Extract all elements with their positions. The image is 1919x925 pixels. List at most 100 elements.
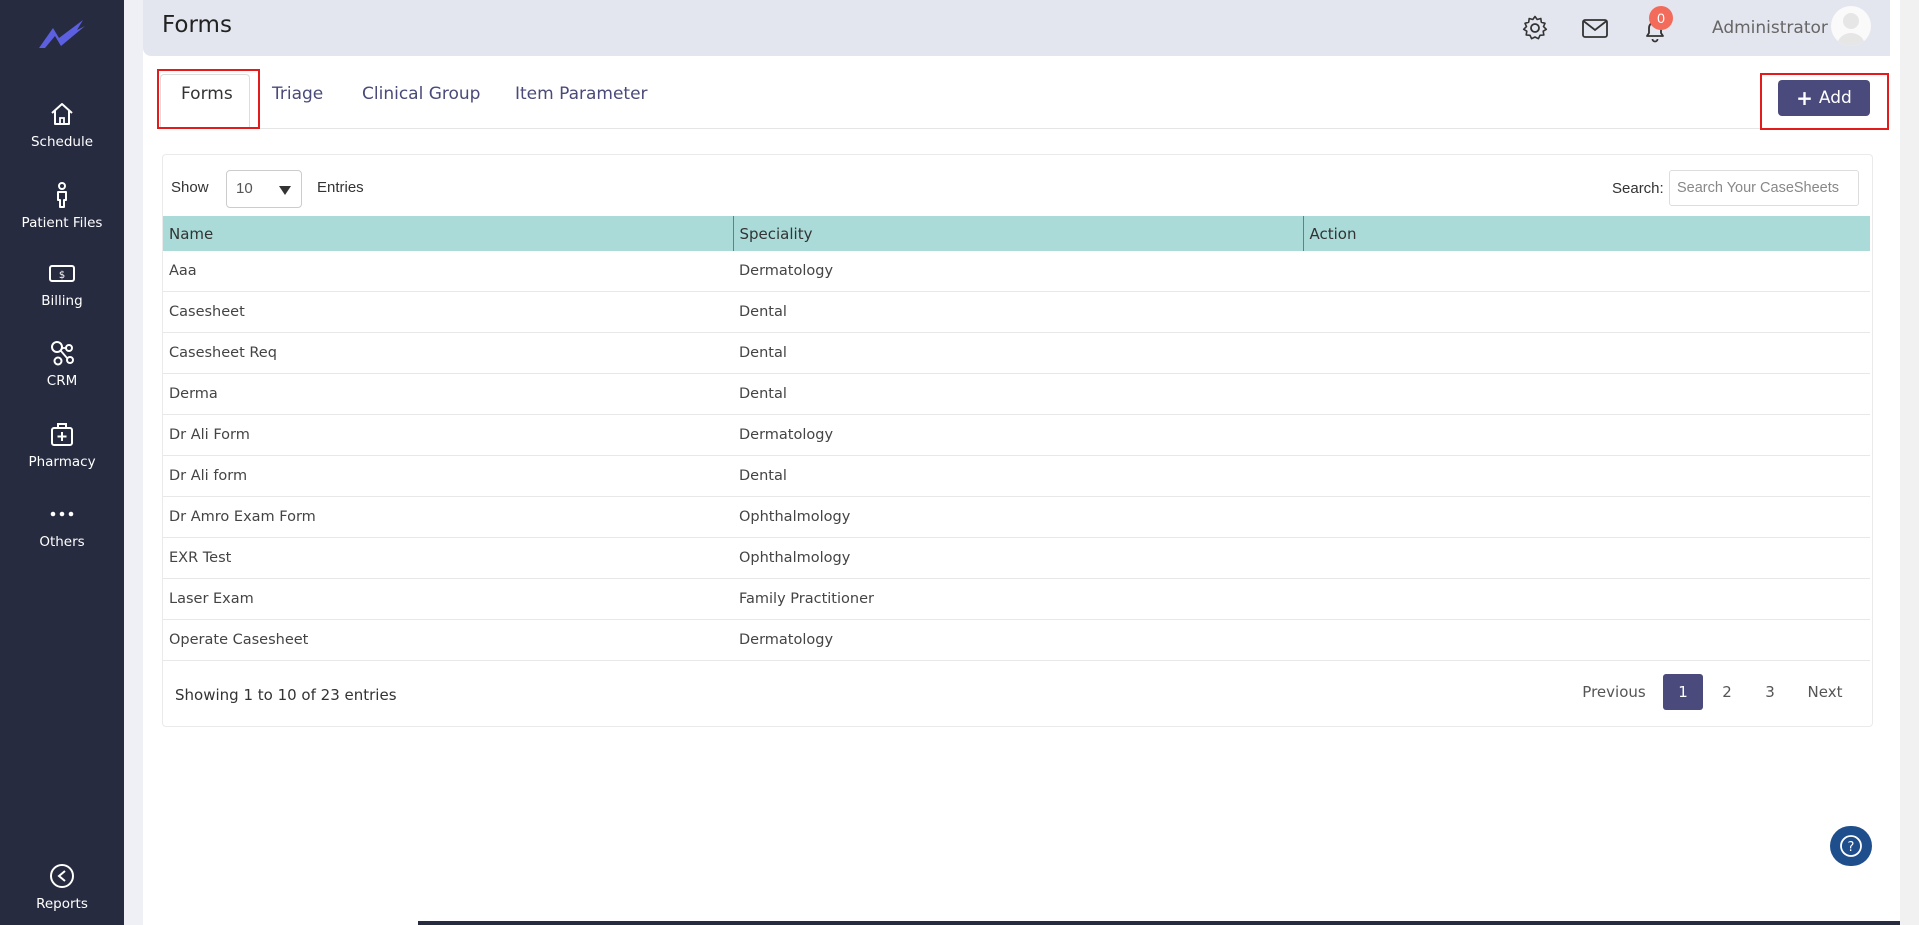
sidebar-item-crm[interactable]: CRM xyxy=(0,339,124,389)
cell-speciality: Dermatology xyxy=(733,414,1303,456)
pharmacy-bag-icon xyxy=(51,423,73,446)
sidebar-item-label: Others xyxy=(39,534,85,550)
cell-name: Casesheet Req xyxy=(163,332,733,374)
cell-name: Derma xyxy=(163,373,733,415)
question-icon: ? xyxy=(1840,835,1862,857)
cell-action xyxy=(1303,496,1870,538)
page-size-select[interactable]: 10 xyxy=(226,170,302,208)
forms-table: Name Speciality Action Aaa Dermatology Ca… xyxy=(163,216,1870,661)
table-row[interactable]: Dr Ali Form Dermatology xyxy=(163,414,1870,456)
user-name[interactable]: Administrator xyxy=(1712,18,1828,38)
table-row[interactable]: Casesheet Req Dental xyxy=(163,332,1870,374)
pagination-page-2[interactable]: 2 xyxy=(1707,674,1747,710)
gear-icon[interactable] xyxy=(1521,14,1549,42)
cell-action xyxy=(1303,332,1870,374)
scrollbar-track[interactable] xyxy=(1900,0,1919,925)
table-row[interactable]: Dr Ali form Dental xyxy=(163,455,1870,497)
notification-badge: 0 xyxy=(1649,6,1673,30)
help-button[interactable]: ? xyxy=(1830,826,1872,866)
sidebar-item-label: CRM xyxy=(46,373,78,389)
cell-action xyxy=(1303,373,1870,415)
user-avatar-icon xyxy=(1837,13,1865,46)
app-logo[interactable] xyxy=(37,16,87,52)
cell-speciality: Dermatology xyxy=(733,619,1303,661)
bottom-scrollbar[interactable] xyxy=(418,921,1900,925)
person-icon xyxy=(57,182,67,208)
sidebar: Schedule Patient Files $ Billing CRM Pha… xyxy=(0,0,124,925)
cell-action xyxy=(1303,537,1870,579)
cell-speciality: Dental xyxy=(733,373,1303,415)
money-icon: $ xyxy=(49,265,75,282)
cell-name: Casesheet xyxy=(163,291,733,333)
tab-clinical-group[interactable]: Clinical Group xyxy=(362,84,480,104)
cell-action xyxy=(1303,455,1870,497)
pagination-page-3[interactable]: 3 xyxy=(1750,674,1790,710)
pagination-previous[interactable]: Previous xyxy=(1579,674,1649,710)
show-label: Show xyxy=(171,179,209,196)
cell-speciality: Dermatology xyxy=(733,251,1303,292)
table-row[interactable]: Dr Amro Exam Form Ophthalmology xyxy=(163,496,1870,538)
table-row[interactable]: Casesheet Dental xyxy=(163,291,1870,333)
sidebar-item-patient-files[interactable]: Patient Files xyxy=(0,181,124,231)
cell-action xyxy=(1303,578,1870,620)
table-row[interactable]: Operate Casesheet Dermatology xyxy=(163,619,1870,661)
cell-name: Laser Exam xyxy=(163,578,733,620)
sidebar-item-schedule[interactable]: Schedule xyxy=(0,100,124,150)
page-title: Forms xyxy=(162,12,232,38)
search-input[interactable] xyxy=(1669,170,1859,206)
tab-triage[interactable]: Triage xyxy=(272,84,323,104)
sidebar-item-label: Reports xyxy=(36,896,88,912)
cell-speciality: Dental xyxy=(733,332,1303,374)
sidebar-item-others[interactable]: Others xyxy=(0,500,124,550)
highlight-add-button xyxy=(1760,73,1889,130)
sidebar-item-pharmacy[interactable]: Pharmacy xyxy=(0,420,124,470)
table-row[interactable]: Aaa Dermatology xyxy=(163,251,1870,292)
column-header-action[interactable]: Action xyxy=(1303,216,1870,251)
table-row[interactable]: EXR Test Ophthalmology xyxy=(163,537,1870,579)
cell-name: Dr Amro Exam Form xyxy=(163,496,733,538)
sidebar-item-billing[interactable]: $ Billing xyxy=(0,259,124,309)
search-label: Search: xyxy=(1612,180,1664,197)
cell-name: Dr Ali Form xyxy=(163,414,733,456)
highlight-forms-tab xyxy=(157,69,260,129)
sidebar-item-label: Pharmacy xyxy=(28,454,96,470)
cell-speciality: Family Practitioner xyxy=(733,578,1303,620)
avatar[interactable] xyxy=(1831,6,1871,46)
cell-action xyxy=(1303,414,1870,456)
pagination-page-1[interactable]: 1 xyxy=(1663,674,1703,710)
content-gutter xyxy=(124,0,143,925)
sidebar-item-label: Schedule xyxy=(30,134,94,150)
mail-icon[interactable] xyxy=(1581,14,1609,42)
cell-speciality: Dental xyxy=(733,291,1303,333)
column-header-name[interactable]: Name xyxy=(163,216,734,251)
table-row[interactable]: Laser Exam Family Practitioner xyxy=(163,578,1870,620)
cell-name: Aaa xyxy=(163,251,733,292)
cell-action xyxy=(1303,619,1870,661)
cell-speciality: Dental xyxy=(733,455,1303,497)
table-row[interactable]: Derma Dental xyxy=(163,373,1870,415)
entries-summary: Showing 1 to 10 of 23 entries xyxy=(175,686,397,704)
entries-label: Entries xyxy=(317,179,364,196)
cell-action xyxy=(1303,291,1870,333)
svg-text:?: ? xyxy=(1848,840,1855,855)
more-dots-icon xyxy=(50,511,74,517)
cell-speciality: Ophthalmology xyxy=(733,537,1303,579)
cell-name: Operate Casesheet xyxy=(163,619,733,661)
cell-name: Dr Ali form xyxy=(163,455,733,497)
sidebar-item-label: Billing xyxy=(41,293,83,309)
cell-name: EXR Test xyxy=(163,537,733,579)
sidebar-item-reports[interactable]: Reports xyxy=(0,862,124,912)
network-icon xyxy=(51,341,74,366)
pagination-next[interactable]: Next xyxy=(1800,674,1850,710)
tabs-divider xyxy=(160,128,1868,129)
tab-item-parameter[interactable]: Item Parameter xyxy=(515,84,648,104)
cell-action xyxy=(1303,251,1870,292)
sidebar-item-label: Patient Files xyxy=(21,215,103,231)
svg-text:$: $ xyxy=(59,270,65,281)
dropdown-arrow-icon xyxy=(279,186,291,195)
reports-icon xyxy=(50,864,74,888)
column-header-speciality[interactable]: Speciality xyxy=(733,216,1304,251)
page-size-value: 10 xyxy=(236,180,253,197)
home-icon xyxy=(51,103,73,125)
cell-speciality: Ophthalmology xyxy=(733,496,1303,538)
